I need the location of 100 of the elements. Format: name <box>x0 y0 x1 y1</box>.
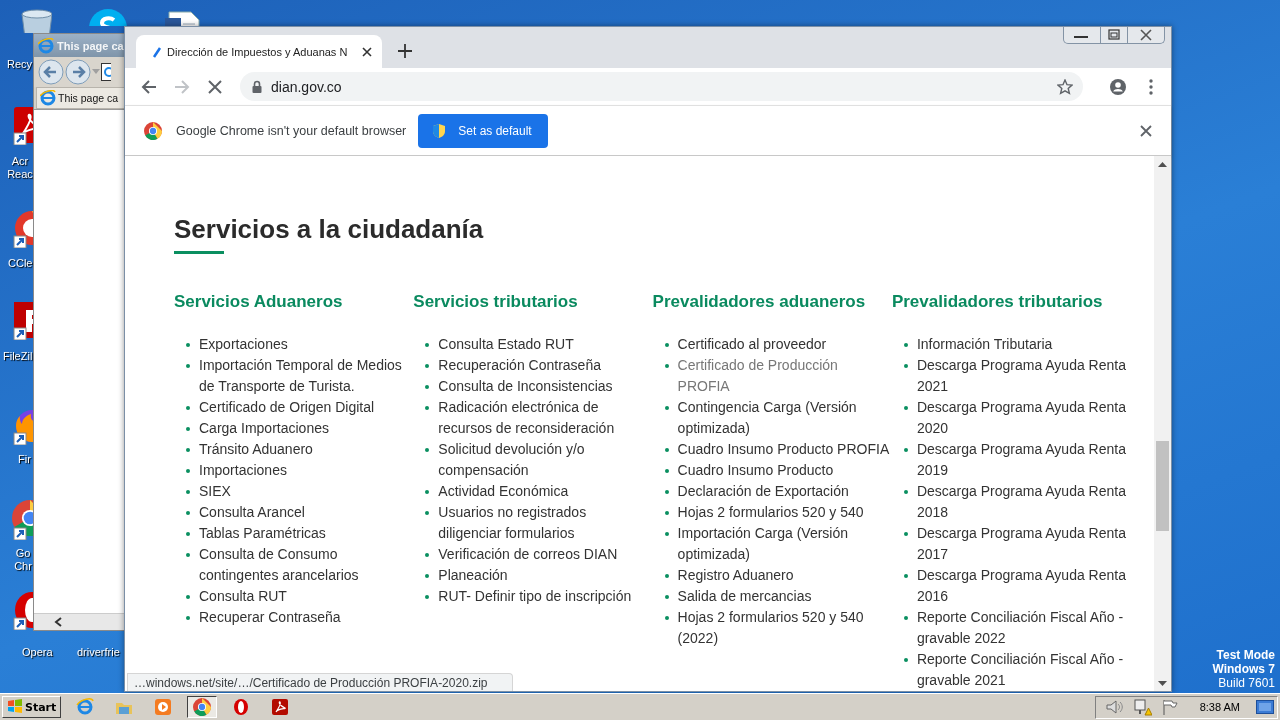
service-link[interactable]: SIEX <box>199 481 413 502</box>
service-link[interactable]: Descarga Programa Ayuda Renta 2018 <box>916 481 1131 523</box>
scroll-up-icon[interactable] <box>1158 159 1167 169</box>
profile-icon[interactable] <box>1110 76 1126 97</box>
service-link[interactable]: Información Tributaria <box>916 334 1131 355</box>
scrollbar[interactable] <box>34 613 125 630</box>
bullet <box>664 364 669 368</box>
bullet <box>186 364 190 368</box>
windows-logo-icon <box>7 698 23 716</box>
browser-tab[interactable]: This page ca <box>36 87 125 109</box>
desktop-icon-label[interactable]: Recy <box>7 58 33 71</box>
taskbar-button[interactable] <box>187 696 218 718</box>
star-icon[interactable] <box>1057 78 1073 95</box>
service-link[interactable]: Descarga Programa Ayuda Renta 2020 <box>916 397 1131 439</box>
service-link[interactable]: Certificado de Producción PROFIA <box>677 355 892 397</box>
service-link[interactable]: Importaciones <box>199 460 413 481</box>
scroll-down-icon[interactable] <box>1158 678 1167 688</box>
service-link[interactable]: Descarga Programa Ayuda Renta 2019 <box>916 439 1131 481</box>
service-link[interactable]: Registro Aduanero <box>677 565 892 586</box>
service-link[interactable]: Cuadro Insumo Producto <box>677 460 892 481</box>
service-link[interactable]: Importación Temporal de Medios de Transporte de Turista. <box>199 355 413 397</box>
service-link[interactable]: RUT- Definir tipo de inscripción <box>438 586 653 607</box>
service-link[interactable]: Hojas 2 formularios 520 y 540 <box>677 502 892 523</box>
close-icon[interactable] <box>1140 124 1152 137</box>
back-icon[interactable] <box>141 78 157 95</box>
start-button[interactable]: Start <box>2 696 62 718</box>
bullet <box>186 553 190 557</box>
service-link[interactable]: Consulta Arancel <box>199 502 413 523</box>
desktop-icon-label[interactable]: Fir <box>18 453 31 466</box>
show-desktop-icon[interactable] <box>1256 700 1274 714</box>
flag-icon[interactable] <box>1161 699 1178 715</box>
desktop-icon-label[interactable]: Go Chr <box>12 547 34 573</box>
service-link[interactable]: Consulta de Inconsistencias <box>438 376 653 397</box>
service-link[interactable]: Consulta Estado RUT <box>438 334 653 355</box>
filezilla-icon[interactable] <box>12 300 33 340</box>
service-link[interactable]: Radicación electrónica de recursos de reconsideración <box>438 397 653 439</box>
acrobat-icon[interactable] <box>12 105 33 145</box>
service-link[interactable]: Reporte Conciliación Fiscal Año - gravable 2021 <box>916 649 1131 691</box>
service-link[interactable]: Reporte Conciliación Fiscal Año - gravable 2022 <box>916 607 1131 649</box>
scroll-left-icon[interactable] <box>54 617 62 627</box>
service-link[interactable]: Exportaciones <box>199 334 413 355</box>
os-watermark-text: Test Mode <box>1215 648 1275 662</box>
service-link[interactable]: Descarga Programa Ayuda Renta 2021 <box>916 355 1131 397</box>
bullet <box>425 595 430 599</box>
desktop-icon-label[interactable]: Acr Reac <box>7 155 33 181</box>
desktop-icon-label[interactable]: FileZil <box>3 350 33 363</box>
service-link[interactable]: Tránsito Aduanero <box>199 439 413 460</box>
desktop-icon-label[interactable]: driverfrie <box>77 646 120 659</box>
service-link[interactable]: Descarga Programa Ayuda Renta 2017 <box>916 523 1131 565</box>
service-link[interactable]: Declaración de Exportación <box>677 481 892 502</box>
bullet <box>425 448 430 452</box>
bullet <box>903 406 908 410</box>
service-link[interactable]: Planeación <box>438 565 653 586</box>
service-link[interactable]: Consulta RUT <box>199 586 413 607</box>
set-default-button[interactable]: Set as default <box>418 113 548 148</box>
bullet <box>186 448 190 452</box>
service-link[interactable]: Carga Importaciones <box>199 418 413 439</box>
service-link[interactable]: Descarga Programa Ayuda Renta 2016 <box>916 565 1131 607</box>
os-watermark-text: Windows 7 <box>1212 662 1275 676</box>
service-link[interactable]: Consulta de Consumo contingentes arancelarios <box>199 544 413 586</box>
scrollbar[interactable] <box>1154 156 1171 691</box>
network-warning-icon[interactable] <box>1133 698 1152 716</box>
ie-icon <box>38 37 54 54</box>
back-icon[interactable] <box>38 59 64 85</box>
service-link[interactable]: Cuadro Insumo Producto PROFIA <box>677 439 892 460</box>
clock[interactable]: 8:38 AM <box>1199 701 1240 713</box>
bullet <box>664 469 669 473</box>
desktop-icon-label[interactable]: Opera <box>22 646 53 659</box>
service-link[interactable]: Usuarios no registrados diligenciar formularios <box>438 502 653 544</box>
close-icon[interactable] <box>362 46 372 57</box>
bullet <box>903 448 908 452</box>
service-link[interactable]: Certificado de Origen Digital <box>199 397 413 418</box>
browser-tab[interactable]: Dirección de Impuestos y Aduanas N <box>136 35 382 68</box>
service-link[interactable]: Hojas 2 formularios 520 y 540 (2022) <box>677 607 892 649</box>
section-heading: Servicios a la ciudadanía <box>174 213 485 245</box>
service-link[interactable]: Verificación de correos DIAN <box>438 544 653 565</box>
service-link[interactable]: Importación Carga (Versión optimizada) <box>677 523 892 565</box>
service-link[interactable]: Tablas Paramétricas <box>199 523 413 544</box>
speaker-icon[interactable] <box>1105 699 1124 715</box>
bullet <box>186 490 190 494</box>
desktop-icon-label[interactable]: CCle <box>8 257 33 270</box>
os-watermark-text: Build 7601 <box>1217 676 1275 690</box>
address-bar[interactable]: dian.gov.co <box>240 72 1083 101</box>
bullet <box>664 616 669 620</box>
new-tab-icon[interactable] <box>398 44 412 58</box>
recycle-bin-icon[interactable] <box>18 6 52 33</box>
service-link[interactable]: Actividad Económica <box>438 481 653 502</box>
scroll-thumb[interactable] <box>1156 441 1169 531</box>
service-link[interactable]: Salida de mercancias <box>677 586 892 607</box>
service-link[interactable]: Recuperación Contraseña <box>438 355 653 376</box>
service-link[interactable]: Solicitud devolución y/o compensación <box>438 439 653 481</box>
forward-icon[interactable] <box>65 59 91 85</box>
bullet <box>425 364 430 368</box>
stop-icon[interactable] <box>207 79 223 94</box>
service-link[interactable]: Recuperar Contraseña <box>199 607 413 628</box>
service-link[interactable]: Certificado al proveedor <box>677 334 892 355</box>
heading-underline <box>174 251 224 254</box>
service-link[interactable]: Contingencia Carga (Versión optimizada) <box>677 397 892 439</box>
bullet <box>425 406 430 410</box>
infobar-message: Google Chrome isn't your default browser <box>176 123 407 138</box>
